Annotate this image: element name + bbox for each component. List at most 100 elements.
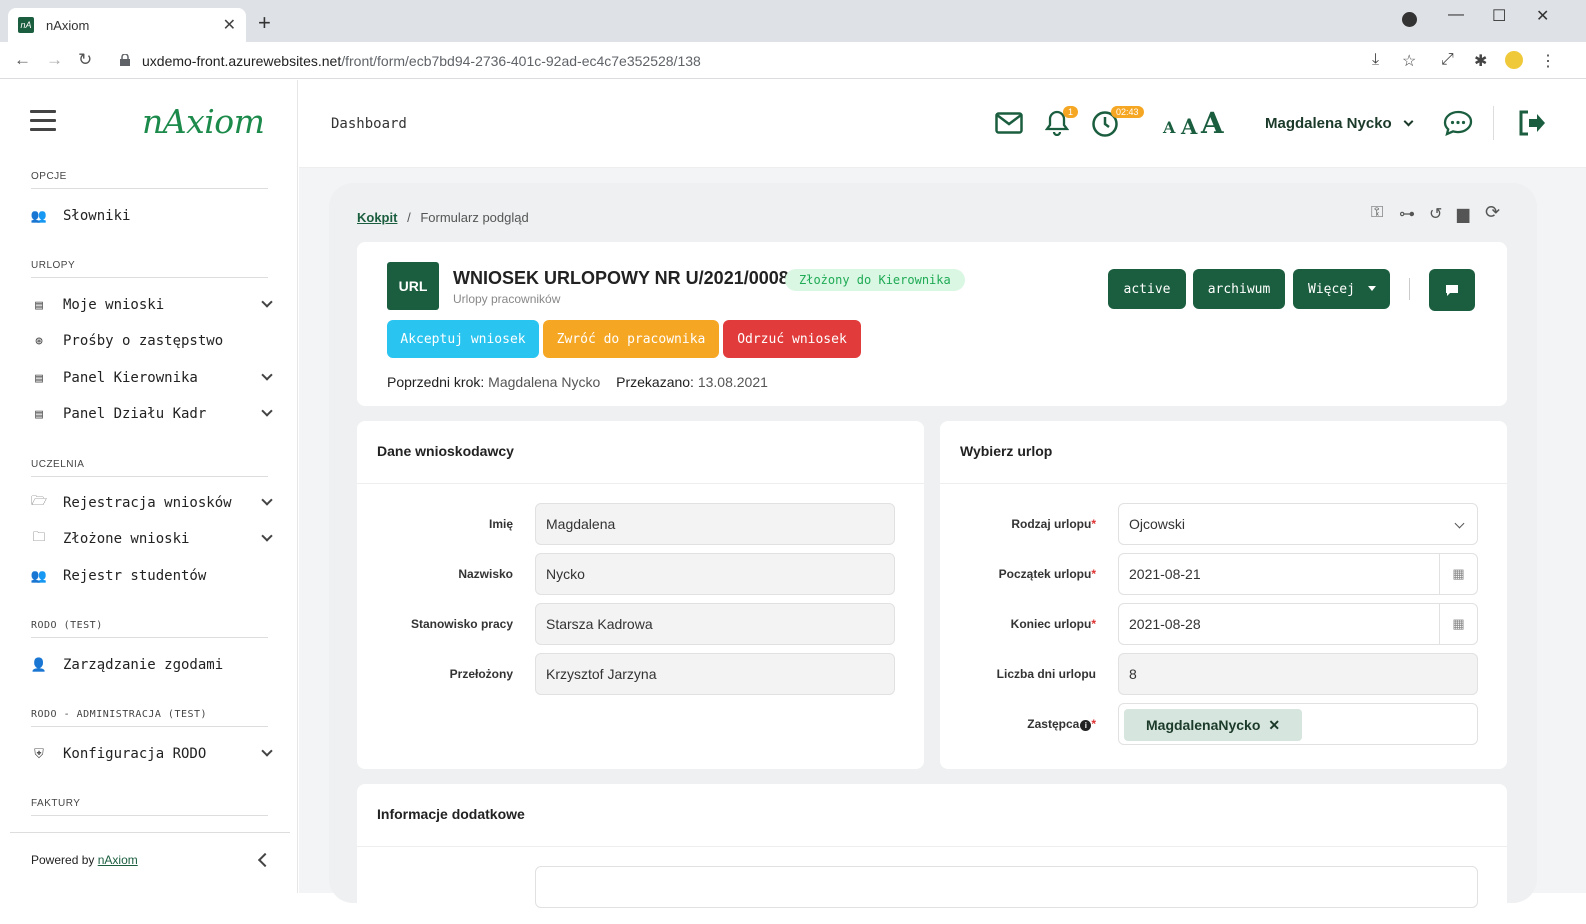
chevron-down-icon	[261, 369, 273, 381]
sidebar-item-rejestr[interactable]: 👥 Rejestr studentów	[31, 563, 271, 589]
form-header-card: URL WNIOSEK URLOPOWY NR U/2021/00087 Zło…	[357, 242, 1507, 406]
workflow-icon[interactable]: ⊶	[1399, 204, 1415, 224]
sidebar-item-zlozone[interactable]: 🗀 Złożone wnioski	[31, 526, 273, 552]
calendar-icon[interactable]: ▦	[1439, 554, 1477, 594]
last-name-field[interactable]: Nycko	[535, 553, 895, 595]
chevron-down-icon	[261, 494, 273, 506]
leave-type-select[interactable]: Ojcowski	[1118, 503, 1478, 545]
sidebar-item-moje-wnioski[interactable]: ▤ Moje wnioski	[31, 292, 273, 318]
user-group-icon: 👥	[30, 568, 48, 584]
bookmark-star-icon[interactable]: ☆	[1402, 51, 1416, 71]
sidebar-item-rejestracja[interactable]: 🗁 Rejestracja wniosków	[31, 490, 273, 516]
leave-title: Wybierz urlop	[960, 443, 1053, 459]
supervisor-field[interactable]: Krzysztof Jarzyna	[535, 653, 895, 695]
collapse-sidebar-icon[interactable]	[257, 852, 273, 868]
chevron-down-icon	[261, 296, 273, 308]
hamburger-menu-icon[interactable]	[30, 110, 56, 132]
passed-value: 13.08.2021	[697, 374, 768, 390]
section-opcje: OPCJE	[31, 171, 268, 189]
mail-icon[interactable]	[995, 112, 1023, 134]
accept-button[interactable]: Akceptuj wniosek	[387, 320, 539, 358]
passed-label: Przekazano:	[616, 374, 694, 390]
comments-icon[interactable]: ▆	[1457, 204, 1469, 224]
form-title: WNIOSEK URLOPOWY NR U/2021/00087	[453, 268, 799, 288]
substitute-label: Zastępca i *	[950, 717, 1096, 731]
required-marker: *	[1091, 617, 1096, 631]
sidebar-item-slowniki[interactable]: 👥 Słowniki	[31, 203, 271, 229]
key-icon[interactable]: ⚿	[1371, 204, 1383, 222]
dashboard-link[interactable]: Dashboard	[331, 116, 407, 132]
substitute-label-text: Zastępca	[1027, 717, 1080, 731]
end-date-field[interactable]: 2021-08-28 ▦	[1118, 603, 1478, 645]
card-divider	[357, 846, 1507, 847]
sidebar-item-label: Konfiguracja RODO	[63, 746, 207, 762]
caret-down-icon	[1368, 286, 1376, 291]
user-cog-icon: 👤	[30, 657, 48, 673]
font-small-icon[interactable]: A	[1163, 118, 1175, 137]
avatar-icon[interactable]	[1505, 51, 1523, 69]
calendar-icon[interactable]: ▦	[1439, 604, 1477, 644]
url-field[interactable]: uxdemo-front.azurewebsites.net/front/for…	[142, 53, 701, 69]
more-menu-icon[interactable]: ⋮	[1540, 51, 1556, 71]
font-large-icon[interactable]: A	[1201, 106, 1224, 140]
extra-info-card: Informacje dodatkowe	[357, 784, 1507, 924]
logout-icon[interactable]	[1517, 110, 1547, 136]
start-date-field[interactable]: 2021-08-21 ▦	[1118, 553, 1478, 595]
active-button[interactable]: active	[1108, 269, 1186, 309]
user-menu[interactable]: Magdalena Nycko	[1265, 115, 1392, 132]
status-badge: Złożony do Kierownika	[785, 269, 965, 291]
reload-icon[interactable]: ↻	[78, 50, 92, 70]
history-icon[interactable]: ↺	[1429, 204, 1442, 224]
leave-type-label-text: Rodzaj urlopu	[1011, 517, 1092, 531]
first-name-field[interactable]: Magdalena	[535, 503, 895, 545]
header-divider	[1493, 106, 1494, 140]
supervisor-label: Przełożony	[449, 667, 513, 681]
database-icon: ▤	[35, 406, 43, 422]
reject-button[interactable]: Odrzuć wniosek	[723, 320, 861, 358]
new-tab-icon[interactable]: +	[258, 10, 271, 36]
return-button[interactable]: Zwróć do pracownika	[543, 320, 719, 358]
info-icon[interactable]: i	[1080, 720, 1092, 731]
close-tab-icon[interactable]: ✕	[223, 15, 236, 35]
sidebar-item-prosby[interactable]: ⊛ Prośby o zastępstwo	[31, 328, 271, 354]
sidebar-item-konfiguracja[interactable]: ⛨ Konfiguracja RODO	[31, 741, 273, 767]
days-field[interactable]: 8	[1118, 653, 1478, 695]
remove-chip-icon[interactable]: ✕	[1268, 717, 1280, 734]
extensions-icon[interactable]: ✱	[1474, 51, 1487, 71]
forward-icon[interactable]: →	[46, 50, 63, 70]
profile-menu-icon[interactable]	[1402, 12, 1417, 27]
start-label: Początek urlopu*	[950, 567, 1096, 581]
required-marker: *	[1091, 717, 1096, 731]
chat-icon[interactable]	[1443, 110, 1473, 136]
refresh-icon[interactable]: ⟳	[1485, 202, 1500, 223]
close-window-icon[interactable]: ✕	[1536, 6, 1549, 26]
more-dropdown-button[interactable]: Więcej	[1293, 269, 1390, 309]
browser-tab[interactable]: nA nAxiom ✕	[8, 8, 246, 42]
expand-icon[interactable]: ⤢	[1441, 51, 1454, 69]
powered-by-link[interactable]: nAxiom	[98, 853, 138, 867]
breadcrumb-home[interactable]: Kokpit	[357, 210, 397, 225]
font-medium-icon[interactable]: A	[1181, 114, 1197, 139]
maximize-icon[interactable]: ☐	[1492, 6, 1506, 26]
minimize-icon[interactable]: —	[1448, 6, 1464, 24]
substitute-field[interactable]: MagdalenaNycko ✕	[1118, 703, 1478, 745]
position-field[interactable]: Starsza Kadrowa	[535, 603, 895, 645]
lock-icon	[120, 54, 130, 66]
shield-icon: ⛨	[34, 746, 44, 762]
leave-type-label: Rodzaj urlopu*	[950, 517, 1096, 531]
sidebar-item-panel-kierownika[interactable]: ▤ Panel Kierownika	[31, 365, 273, 391]
sidebar-item-panel-kadr[interactable]: ▤ Panel Działu Kadr	[31, 401, 273, 427]
app-logo[interactable]: nAxiom	[142, 102, 265, 141]
extra-info-field[interactable]	[535, 866, 1478, 908]
sidebar-item-zgody[interactable]: 👤 Zarządzanie zgodami	[31, 652, 271, 678]
applicant-card: Dane wnioskodawcy Imię Magdalena Nazwisk…	[357, 421, 924, 769]
install-icon[interactable]: ⤓	[1372, 51, 1379, 69]
section-uczelnia: UCZELNIA	[31, 459, 268, 477]
leave-type-value: Ojcowski	[1129, 516, 1186, 532]
comment-button[interactable]	[1429, 269, 1475, 311]
section-rodo: RODO (TEST)	[31, 620, 268, 638]
chevron-down-icon[interactable]	[1403, 116, 1414, 127]
back-icon[interactable]: ←	[14, 50, 31, 70]
archive-button[interactable]: archiwum	[1193, 269, 1285, 309]
url-host: uxdemo-front.azurewebsites.net	[142, 53, 342, 69]
